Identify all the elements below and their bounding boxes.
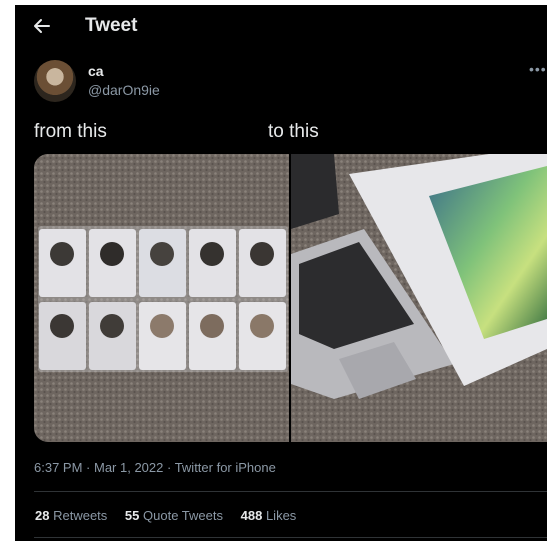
divider	[34, 537, 547, 538]
retweets-stat[interactable]: 28 Retweets	[35, 508, 107, 523]
author-handle[interactable]: @darOn9ie	[88, 82, 160, 98]
page-title: Tweet	[85, 15, 138, 36]
author-name[interactable]: ca	[88, 63, 104, 79]
arrow-left-icon	[34, 19, 50, 33]
tweet-timestamp[interactable]: 6:37 PM · Mar 1, 2022 · Twitter for iPho…	[34, 460, 276, 475]
media-left-photo	[34, 154, 290, 442]
divider	[34, 491, 547, 492]
tweet-text-left: from this	[34, 121, 107, 142]
tweet-text-right: to this	[268, 121, 319, 142]
more-options-icon[interactable]: •••	[529, 61, 547, 77]
avatar[interactable]	[34, 60, 76, 102]
likes-stat[interactable]: 488 Likes	[241, 508, 297, 523]
back-button[interactable]	[33, 17, 53, 37]
tweet-media[interactable]	[34, 154, 547, 442]
media-right-photo	[291, 154, 547, 442]
tweet-page: Tweet ca @darOn9ie ••• from this to this	[15, 5, 547, 541]
tweet-stats: 28 Retweets 55 Quote Tweets 488 Likes	[35, 508, 310, 523]
quote-tweets-stat[interactable]: 55 Quote Tweets	[125, 508, 223, 523]
page-header: Tweet	[15, 5, 547, 49]
tweet-source: Twitter for iPhone	[174, 460, 276, 475]
